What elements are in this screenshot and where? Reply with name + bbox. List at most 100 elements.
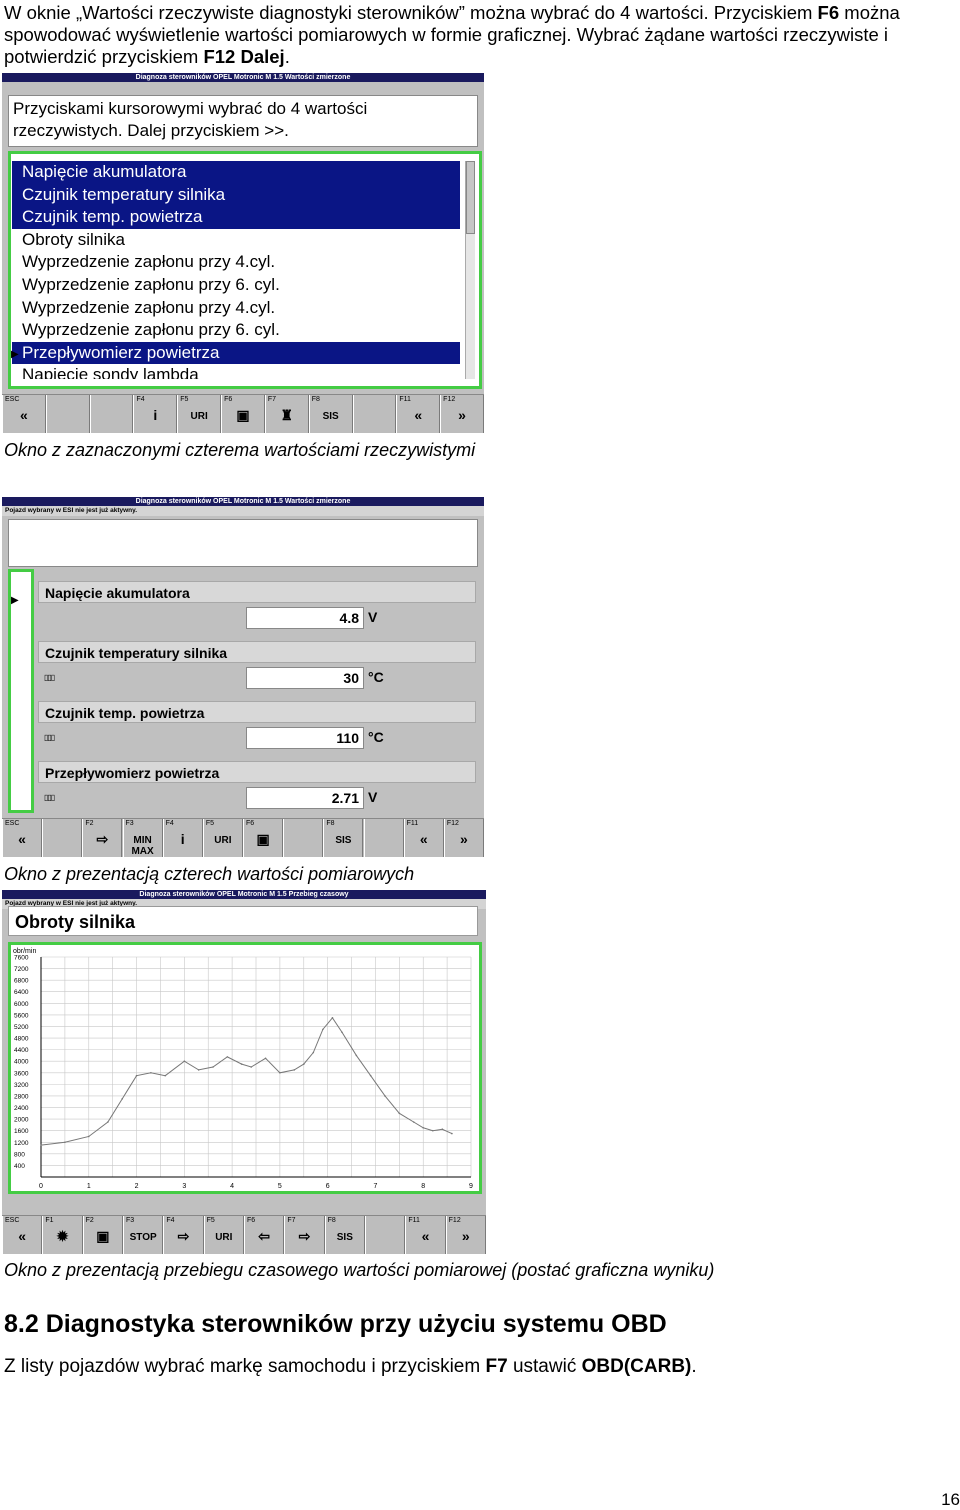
sensor-icon: ▯▯▯ — [44, 733, 55, 742]
fkey-icon: URI — [190, 411, 208, 422]
screen3-titlebar: Diagnoza sterowników OPEL Motronic M 1.5… — [2, 890, 486, 899]
data-point — [264, 1057, 267, 1060]
screen1-subbar — [2, 82, 484, 92]
fkey-icon: ▣ — [256, 831, 270, 847]
fkey-f7[interactable]: F7 ⇨ — [284, 1216, 325, 1254]
list-item[interactable]: Wyprzedzenie zapłonu przy 4.cyl. — [12, 297, 460, 320]
cursor-marker-icon: ▶ — [11, 349, 19, 360]
value-panel: Czujnik temperatury silnika 30 °C ▯▯▯ — [38, 641, 476, 699]
fkey-empty-8[interactable] — [352, 395, 397, 433]
fkey-f3[interactable]: F3 STOP — [123, 1216, 164, 1254]
fkey-empty-7[interactable] — [283, 819, 324, 857]
fkey-label: ESC — [5, 1217, 20, 1224]
y-tick-label: 5200 — [14, 1024, 29, 1031]
intro-key-f12: F12 Dalej — [203, 46, 285, 67]
data-point — [64, 1141, 66, 1144]
y-tick-label: 2400 — [14, 1105, 29, 1112]
fkey-f3[interactable]: F3 MIN MAX — [122, 819, 163, 857]
fkey-icon: « — [18, 831, 26, 847]
fkey-f4[interactable]: F4 ⇨ — [163, 1216, 204, 1254]
list-item[interactable]: Czujnik temperatury silnika — [12, 183, 460, 207]
data-point — [451, 1132, 453, 1135]
fkey-empty-1[interactable] — [45, 395, 90, 433]
y-tick-label: 2000 — [14, 1117, 29, 1124]
fkey-empty-9[interactable] — [363, 819, 404, 857]
rpm-series-line — [40, 1016, 453, 1146]
fkey-icon: « — [18, 1228, 27, 1244]
list-item[interactable]: Czujnik temp. powietrza — [12, 206, 460, 229]
data-point — [355, 1054, 358, 1057]
value-panel: Napięcie akumulatora 4.8 V — [38, 581, 476, 639]
fkey-f6[interactable]: F6 ⇦ — [244, 1216, 285, 1254]
fkey-f6[interactable]: F6 ▣ — [221, 395, 265, 433]
y-tick-label: 3200 — [14, 1082, 29, 1089]
value-name: Czujnik temperatury silnika — [38, 641, 476, 663]
fkey-f12[interactable]: F12» — [443, 819, 484, 857]
y-tick-label: 6400 — [14, 989, 29, 996]
data-point — [240, 1063, 243, 1065]
data-point — [441, 1128, 444, 1131]
list-item[interactable]: Wyprzedzenie zapłonu przy 6. cyl. — [12, 274, 460, 297]
screen2-subbar: Pojazd wybrany w ESI nie jest już aktywn… — [2, 506, 484, 516]
fkey-label: F8 — [311, 396, 320, 403]
fkey-f6[interactable]: F6 ▣ — [243, 819, 284, 857]
fkey-icon: ✹ — [56, 1228, 69, 1244]
value-panel: Przepływomierz powietrza 2.71 V ▯▯▯ — [38, 761, 476, 819]
fkey-f4[interactable]: F4 i — [133, 395, 178, 433]
list-item[interactable]: Napięcie sondy lambda — [12, 364, 460, 379]
fkey-esc[interactable]: ESC « — [2, 1216, 43, 1254]
caption-3: Okno z prezentacją przebiegu czasowego w… — [4, 1260, 715, 1280]
fkey-icon: i — [153, 407, 158, 423]
list-item[interactable]: Przepływomierz powietrza — [12, 341, 460, 365]
fkey-icon: « — [419, 831, 428, 847]
data-point — [135, 1074, 138, 1077]
fkey-empty-9[interactable] — [365, 1216, 406, 1254]
fkey-f8[interactable]: F8 SIS — [323, 819, 364, 857]
data-point — [212, 1066, 214, 1068]
fkey-f11[interactable]: F11 « — [403, 819, 444, 857]
y-tick-label: 4000 — [14, 1059, 29, 1066]
screen2-titlebar: Diagnoza sterowników OPEL Motronic M 1.5… — [2, 497, 484, 506]
data-point — [322, 1028, 324, 1031]
fkey-f5[interactable]: F5 URI — [177, 395, 222, 433]
fkey-f4[interactable]: F4 i — [162, 819, 203, 857]
value-unit: V — [368, 609, 378, 625]
fkey-f5[interactable]: F5 URI — [202, 819, 243, 857]
fkey-empty-2[interactable] — [89, 395, 134, 433]
fkey-f5[interactable]: F5 URI — [203, 1216, 244, 1254]
fkey-f12[interactable]: F12» — [445, 1216, 486, 1254]
fkey-empty-1[interactable] — [42, 819, 83, 857]
fkey-f1[interactable]: F1 ✹ — [42, 1216, 83, 1254]
value-name: Napięcie akumulatora — [38, 581, 476, 603]
list-item[interactable]: Wyprzedzenie zapłonu przy 6. cyl. — [12, 319, 460, 342]
fkey-f2[interactable]: F2 ▣ — [82, 1216, 123, 1254]
y-tick-label: 800 — [14, 1151, 25, 1158]
fkey-label: F7 — [267, 396, 277, 403]
data-point — [312, 1051, 315, 1054]
fkey-label: F5 — [180, 396, 189, 403]
y-tick-label: 7600 — [14, 955, 29, 962]
fkey-f8[interactable]: F8 SIS — [308, 395, 353, 433]
list-scrollbar[interactable] — [465, 161, 475, 379]
section-paragraph: Z listy pojazdów wybrać markę samochodu … — [4, 1356, 956, 1378]
list-item[interactable]: Wyprzedzenie zapłonu przy 4.cyl. — [12, 251, 460, 274]
fkey-label: F11 — [408, 1217, 420, 1224]
fkey-f2[interactable]: F2 ⇨ — [82, 819, 123, 857]
x-tick-label: 6 — [326, 1183, 330, 1190]
fkey-f11[interactable]: F11 « — [405, 1216, 446, 1254]
fkey-f11[interactable]: F11 « — [396, 395, 441, 433]
scrollbar-thumb[interactable] — [466, 161, 475, 234]
fkey-f8[interactable]: F8 SIS — [324, 1216, 365, 1254]
fkey-label: F11 — [406, 820, 419, 827]
list-item[interactable]: Napięcie akumulatora — [12, 161, 460, 184]
list-item[interactable]: Obroty silnika — [12, 229, 460, 252]
fkey-f7[interactable]: F7 ♜ — [264, 395, 309, 433]
data-point — [250, 1066, 253, 1068]
intro-key-f6: F6 — [817, 2, 840, 23]
data-point — [197, 1069, 200, 1071]
fkey-esc[interactable]: ESC « — [2, 819, 43, 857]
x-tick-label: 4 — [230, 1183, 234, 1190]
fkey-f12[interactable]: F12» — [440, 395, 484, 433]
fkey-esc[interactable]: ESC « — [2, 395, 46, 433]
fkey-label: ESC — [5, 396, 20, 403]
